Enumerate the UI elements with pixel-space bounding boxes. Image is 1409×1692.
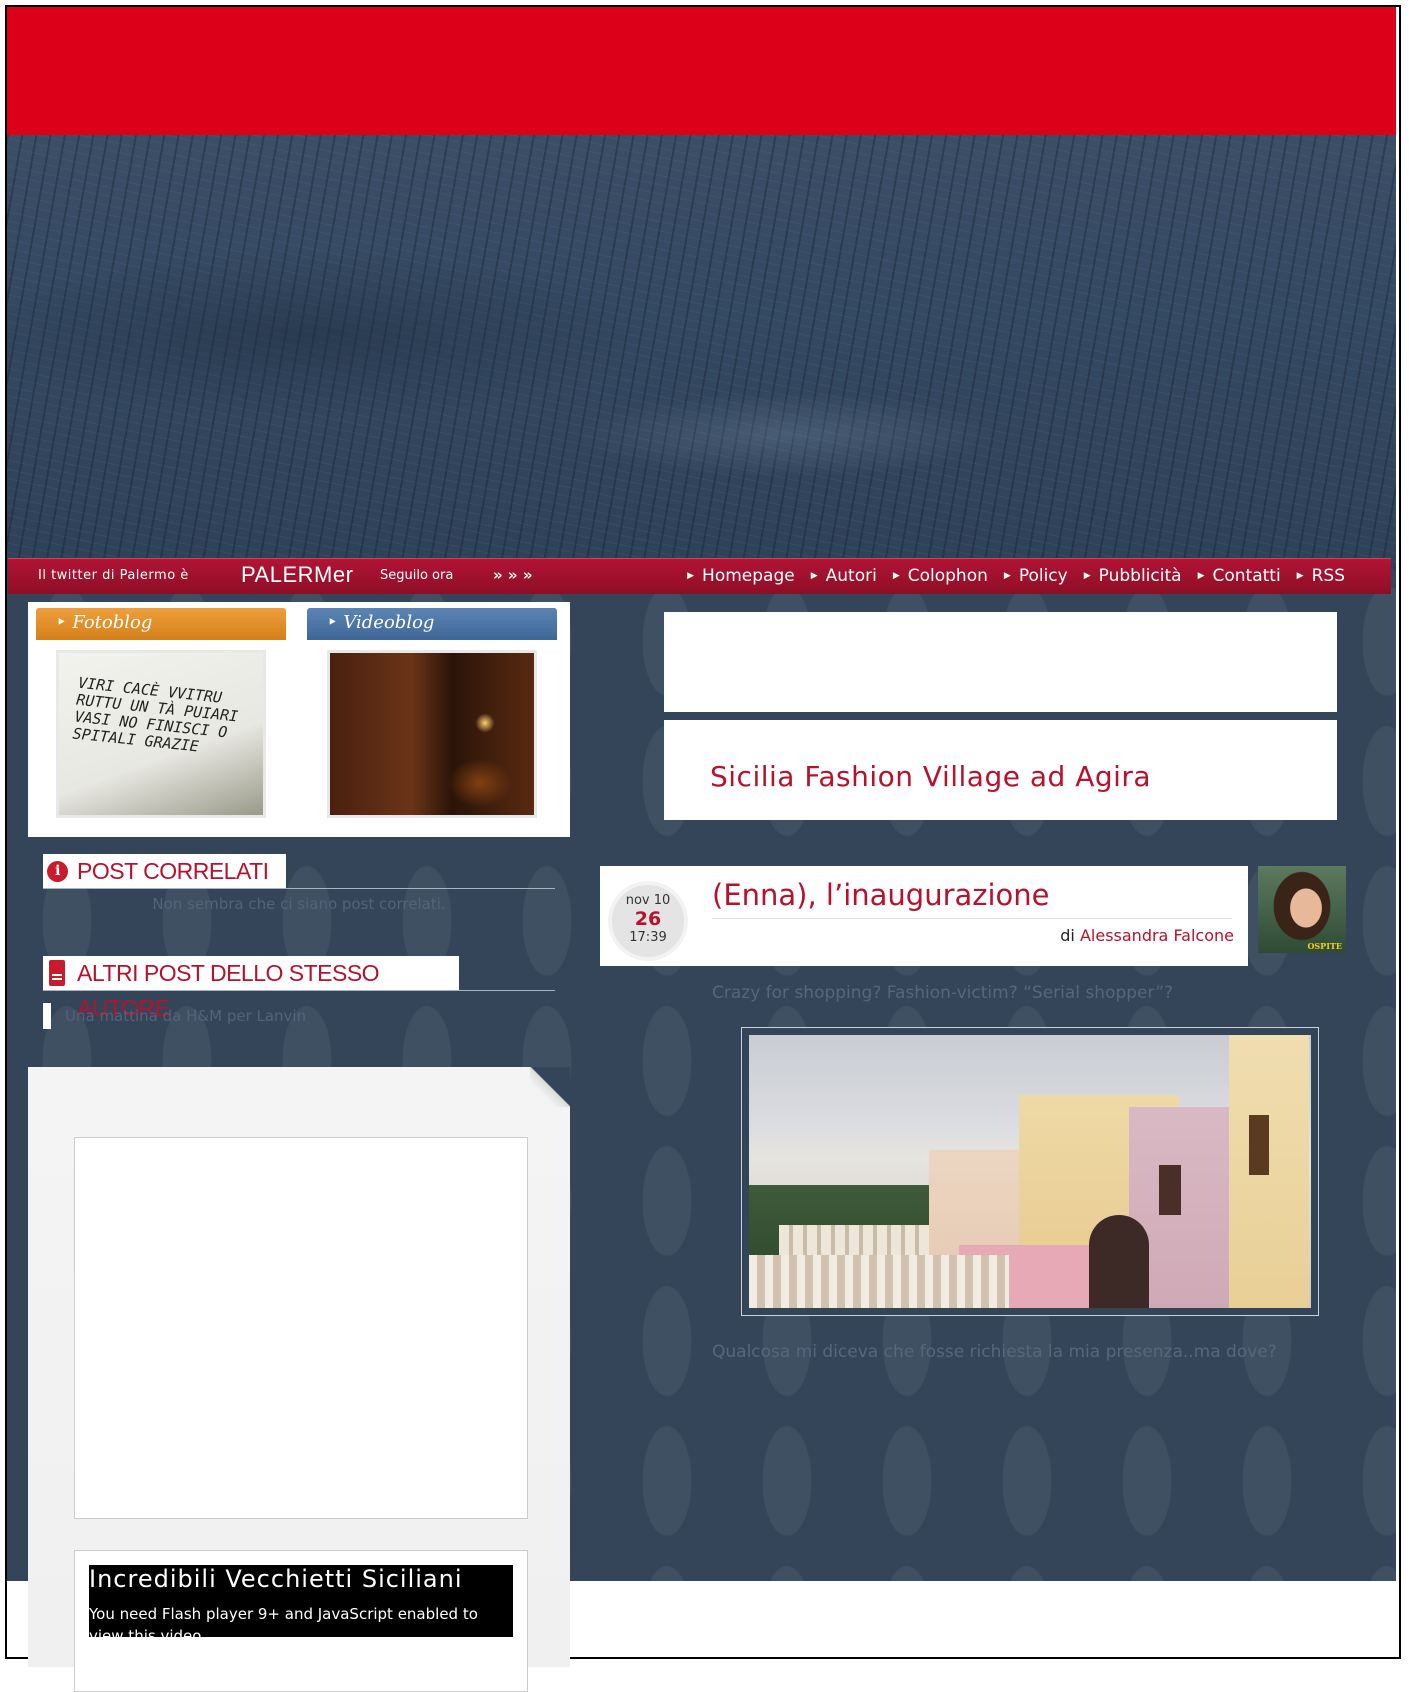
triangle-right-icon: ▶	[810, 571, 818, 581]
nav-contatti[interactable]: ▶ Contatti	[1198, 566, 1281, 586]
byline: di Alessandra Falcone	[1060, 926, 1234, 945]
date-time: 17:39	[629, 930, 667, 945]
follow-arrows[interactable]: » » »	[493, 566, 533, 584]
video-embed[interactable]: Incredibili Vecchietti Siciliani You nee…	[74, 1550, 528, 1692]
triangle-right-icon: ▶	[1083, 571, 1091, 581]
guest-tag: OSPITE	[1307, 941, 1342, 951]
triangle-right-icon: ▶	[892, 571, 900, 581]
video-caption: Incredibili Vecchietti Siciliani You nee…	[89, 1565, 513, 1645]
author-link[interactable]: Alessandra Falcone	[1080, 926, 1234, 945]
page-curl	[530, 1067, 570, 1107]
triangle-right-icon: ▶	[1197, 571, 1205, 581]
video-title: Incredibili Vecchietti Siciliani	[89, 1565, 463, 1593]
document-icon	[49, 960, 65, 986]
subtitle-divider	[712, 918, 1232, 919]
author-posts-heading: ALTRI POST DELLO STESSO AUTORE	[43, 956, 459, 1021]
videoblog-tab[interactable]: ‣ Videoblog	[307, 608, 557, 640]
post-paragraph: Qualcosa mi diceva che fosse richiesta l…	[712, 1342, 1277, 1362]
triangle-right-icon: ▶	[1003, 571, 1011, 581]
author-posts-divider	[43, 990, 555, 991]
follow-link[interactable]: Seguilo ora	[380, 568, 453, 583]
flash-required-message: You need Flash player 9+ and JavaScript …	[89, 1605, 478, 1645]
palermer-logo[interactable]: PALERMer	[241, 562, 353, 588]
post-paragraph: Crazy for shopping? Fashion-victim? “Ser…	[712, 983, 1174, 1003]
date-month: nov 10	[625, 893, 671, 908]
post-subtitle: (Enna), l’inaugurazione	[712, 878, 1050, 912]
nav-homepage[interactable]: ▶ Homepage	[687, 566, 795, 586]
nav-rss[interactable]: ▶ RSS	[1297, 566, 1345, 586]
author-post-link[interactable]: Una mattina da H&M per Lanvin	[43, 1003, 306, 1029]
post-image[interactable]	[741, 1027, 1319, 1316]
triangle-right-icon: ▶	[687, 571, 695, 581]
related-empty-text: Non sembra che ci siano post correlati.	[152, 895, 446, 913]
top-navigation: Il twitter di Palermo è PALERMer Seguilo…	[8, 558, 1391, 594]
post-title[interactable]: Sicilia Fashion Village ad Agira	[710, 760, 1151, 793]
nav-autori[interactable]: ▶ Autori	[811, 566, 877, 586]
ad-banner	[664, 612, 1337, 712]
fashion-village-photo	[749, 1035, 1311, 1308]
video-widget: Incredibili Vecchietti Siciliani You nee…	[28, 1067, 570, 1692]
header-banner	[7, 7, 1396, 136]
nav-policy[interactable]: ▶ Policy	[1004, 566, 1068, 586]
flash-embed-area[interactable]	[74, 1137, 528, 1519]
fotoblog-thumbnail[interactable]: VIRI CACÈ VVITRU RUTTU UN TÀ PUIARI VASI…	[56, 650, 266, 818]
info-icon: i	[47, 861, 68, 882]
nav-pubblicita[interactable]: ▶ Pubblicità	[1084, 566, 1182, 586]
date-badge: nov 10 26 17:39	[608, 881, 688, 961]
twitter-text: Il twitter di Palermo è	[38, 568, 189, 583]
related-divider	[43, 888, 555, 889]
date-day: 26	[634, 908, 662, 930]
nav-colophon[interactable]: ▶ Colophon	[893, 566, 988, 586]
related-posts-heading: i POST CORRELATI	[43, 854, 286, 889]
blog-preview-box: ‣ Fotoblog ‣ Videoblog VIRI CACÈ VVITRU …	[28, 602, 570, 837]
handwritten-note: VIRI CACÈ VVITRU RUTTU UN TÀ PUIARI VASI…	[71, 673, 239, 756]
triangle-right-icon: ▶	[1296, 571, 1304, 581]
videoblog-thumbnail[interactable]	[327, 650, 537, 818]
author-avatar[interactable]: OSPITE	[1258, 866, 1346, 953]
post-title-box: Sicilia Fashion Village ad Agira	[664, 720, 1337, 820]
header-background	[7, 135, 1396, 571]
fotoblog-tab[interactable]: ‣ Fotoblog	[36, 608, 286, 640]
post-header: nov 10 26 17:39 (Enna), l’inaugurazione …	[600, 866, 1248, 966]
main-menu: ▶ Homepage ▶ Autori ▶ Colophon ▶ Policy ▶ Pub…	[687, 566, 1345, 586]
